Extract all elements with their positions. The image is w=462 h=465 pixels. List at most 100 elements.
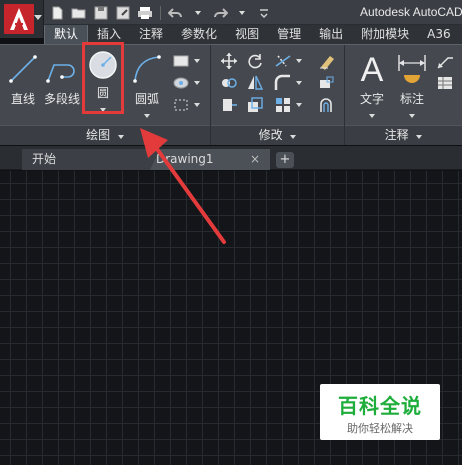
arc-tool-button[interactable]: 圆弧 xyxy=(130,51,164,121)
move-icon xyxy=(221,53,237,69)
chevron-down-icon xyxy=(34,15,42,20)
line-label: 直线 xyxy=(10,92,35,106)
undo-dropdown-icon[interactable] xyxy=(189,5,207,21)
tab-annotate[interactable]: 注释 xyxy=(130,25,172,44)
text-label: 文字 xyxy=(359,92,384,106)
hatch-tool-button[interactable] xyxy=(170,73,192,93)
watermark-logo: 百科全说 助你轻松解决 xyxy=(320,384,440,440)
chevron-down-icon xyxy=(290,135,297,139)
fillet-icon xyxy=(274,74,290,90)
multileader-icon xyxy=(437,57,453,69)
print-icon[interactable] xyxy=(136,5,154,21)
line-tool-button[interactable]: 直线 xyxy=(6,51,40,107)
modify-panel-title: 修改 xyxy=(258,128,283,142)
chevron-down-icon xyxy=(117,135,124,139)
polyline-label: 多段线 xyxy=(43,92,80,106)
polyline-tool-button[interactable]: 多段线 xyxy=(42,51,82,107)
offset-tool-button[interactable] xyxy=(316,95,338,115)
table-tool-button[interactable] xyxy=(434,73,456,93)
file-tab-bar: 开始 Drawing1 × + xyxy=(0,146,462,170)
more-options-icon[interactable] xyxy=(255,5,273,21)
region-tool-button[interactable] xyxy=(170,95,192,115)
fillet-dropdown-icon[interactable] xyxy=(296,81,302,85)
array-dropdown-icon[interactable] xyxy=(296,103,302,107)
array-icon xyxy=(276,98,290,112)
close-icon[interactable]: × xyxy=(250,149,260,170)
watermark-sub-text: 助你轻松解决 xyxy=(347,422,413,435)
explode-tool-button[interactable] xyxy=(316,73,338,93)
annotation-panel-footer[interactable]: 注释 xyxy=(345,125,462,145)
trim-tool-button[interactable] xyxy=(272,51,294,71)
tab-drawing1[interactable]: Drawing1 × xyxy=(150,149,270,170)
rectangle-icon xyxy=(173,55,189,67)
text-icon: A xyxy=(361,51,384,89)
region-icon xyxy=(174,99,188,111)
mirror-icon xyxy=(248,75,264,90)
redo-icon[interactable] xyxy=(211,5,229,21)
chevron-down-icon xyxy=(416,135,423,139)
trim-dropdown-icon[interactable] xyxy=(296,59,302,63)
application-menu-button[interactable] xyxy=(0,0,44,38)
quick-access-toolbar xyxy=(48,4,273,22)
dimension-label: 标注 xyxy=(399,92,424,106)
move-tool-button[interactable] xyxy=(218,51,240,71)
arc-label: 圆弧 xyxy=(134,92,159,106)
array-tool-button[interactable] xyxy=(272,95,294,115)
mirror-tool-button[interactable] xyxy=(244,73,266,93)
modify-panel-footer[interactable]: 修改 xyxy=(211,125,344,145)
rotate-icon xyxy=(248,54,262,69)
erase-tool-button[interactable] xyxy=(316,51,338,71)
rotate-tool-button[interactable] xyxy=(244,51,266,71)
toolbar-separator xyxy=(160,6,161,20)
arc-icon xyxy=(133,55,161,83)
tab-drawing1-label: Drawing1 xyxy=(156,152,214,166)
copy-tool-button[interactable] xyxy=(218,73,240,93)
text-tool-button[interactable]: A 文字 xyxy=(352,51,392,121)
tab-addins[interactable]: 附加模块 xyxy=(352,25,418,44)
save-icon[interactable] xyxy=(92,5,110,21)
tab-start-label: 开始 xyxy=(32,152,57,166)
tab-parametric[interactable]: 参数化 xyxy=(172,25,226,44)
undo-icon[interactable] xyxy=(167,5,185,21)
new-file-icon[interactable] xyxy=(48,5,66,21)
draw-panel-footer[interactable]: 绘图 xyxy=(0,125,210,145)
redo-dropdown-icon[interactable] xyxy=(233,5,251,21)
explode-icon xyxy=(320,76,334,88)
stretch-tool-button[interactable] xyxy=(218,95,240,115)
scale-icon xyxy=(248,97,263,112)
save-as-icon[interactable] xyxy=(114,5,132,21)
fillet-tool-button[interactable] xyxy=(272,73,294,93)
hatch-dropdown-icon[interactable] xyxy=(194,81,200,85)
draw-panel-title: 绘图 xyxy=(86,128,111,142)
dimension-tool-button[interactable]: 标注 xyxy=(394,51,430,121)
multileader-tool-button[interactable] xyxy=(434,51,456,71)
arc-dropdown-icon[interactable] xyxy=(144,114,150,118)
table-icon xyxy=(438,77,452,89)
rectangle-dropdown-icon[interactable] xyxy=(194,59,200,63)
scale-tool-button[interactable] xyxy=(244,95,266,115)
open-folder-icon[interactable] xyxy=(70,5,88,21)
svg-text:A: A xyxy=(361,51,384,87)
line-icon xyxy=(9,55,37,83)
tab-output[interactable]: 输出 xyxy=(310,25,352,44)
new-tab-button[interactable]: + xyxy=(276,152,294,168)
ribbon-panel: 直线 多段线 圆 圆弧 A 文字 标注 绘图 修改 注释 xyxy=(0,44,462,145)
region-dropdown-icon[interactable] xyxy=(194,103,200,107)
dimension-dropdown-icon[interactable] xyxy=(409,114,415,118)
rectangle-tool-button[interactable] xyxy=(170,51,192,71)
hatch-icon xyxy=(173,77,189,89)
tab-view[interactable]: 视图 xyxy=(226,25,268,44)
text-dropdown-icon[interactable] xyxy=(369,114,375,118)
tab-manage[interactable]: 管理 xyxy=(268,25,310,44)
offset-icon xyxy=(320,98,332,112)
copy-icon xyxy=(222,78,237,88)
autocad-logo-icon xyxy=(4,4,34,34)
window-title: Autodesk AutoCAD xyxy=(360,5,462,19)
erase-icon xyxy=(320,56,334,70)
polyline-icon xyxy=(46,64,75,83)
watermark-main-text: 百科全说 xyxy=(338,394,422,418)
tab-a360[interactable]: A36 xyxy=(418,25,459,44)
tab-start[interactable]: 开始 xyxy=(22,149,172,170)
stretch-icon xyxy=(223,99,237,111)
circle-tool-highlight xyxy=(82,42,124,114)
